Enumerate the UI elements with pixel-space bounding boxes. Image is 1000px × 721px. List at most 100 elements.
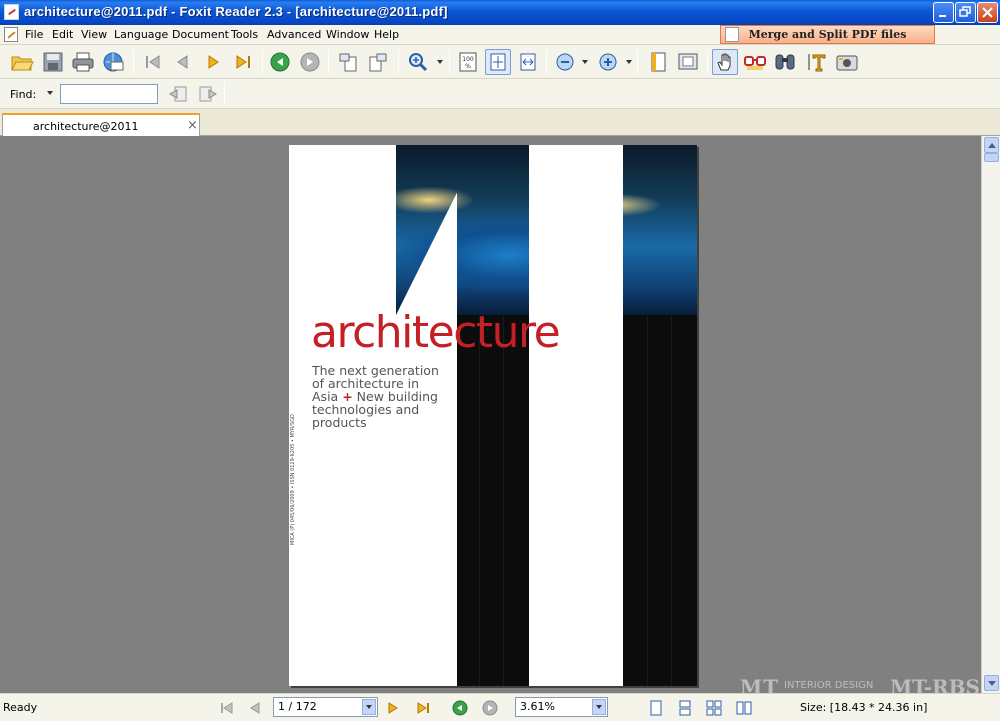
hand-tool-icon [717,53,731,71]
window-title: architecture@2011.pdf - Foxit Reader 2.3… [24,4,448,19]
minimize-button[interactable] [933,2,954,23]
save-icon [43,52,63,72]
find-options-dropdown[interactable] [47,91,53,95]
first-page-icon [146,55,160,69]
status-go-forward-button[interactable] [480,698,500,718]
merge-split-promo-button[interactable]: Merge and Split PDF files [720,25,935,44]
find-icon [775,54,795,70]
rotate-right-icon [369,53,387,72]
menu-language[interactable]: Language [114,28,168,41]
status-next-page-button[interactable] [383,698,403,718]
zoom-tool-dropdown[interactable] [437,60,443,64]
reading-button[interactable] [742,49,768,75]
restore-button[interactable] [955,2,976,23]
facing-view-button[interactable] [704,698,724,718]
two-page-view-button[interactable] [734,698,754,718]
scroll-up-button[interactable] [984,137,999,153]
previous-page-button[interactable] [170,49,196,75]
scroll-thumb[interactable] [984,153,999,162]
document-menu-icon[interactable] [4,27,18,42]
fit-page-icon [490,53,506,71]
save-button[interactable] [40,49,66,75]
find-previous-button[interactable] [165,81,191,107]
menu-edit[interactable]: Edit [52,28,73,41]
zoom-level-value: 3.61% [520,700,555,713]
page-dropdown-button[interactable] [362,699,376,715]
next-page-button[interactable] [200,49,226,75]
status-go-back-button[interactable] [450,698,470,718]
rotate-right-button[interactable] [365,49,391,75]
status-text: Ready [3,701,38,714]
menu-advanced[interactable]: Advanced [267,28,321,41]
close-icon [982,7,993,18]
last-page-icon [417,702,429,714]
open-button[interactable] [9,49,35,75]
status-first-page-button[interactable] [217,698,237,718]
single-page-view-icon [650,700,662,716]
go-forward-button[interactable] [297,49,323,75]
go-back-icon [270,52,290,72]
vertical-scrollbar[interactable] [981,136,1000,693]
actual-size-icon: 100% [459,52,477,72]
menu-help[interactable]: Help [374,28,399,41]
actual-size-button[interactable]: 100% [455,49,481,75]
find-next-button[interactable] [195,81,221,107]
find-tool-button[interactable] [772,49,798,75]
first-page-button[interactable] [140,49,166,75]
menu-window[interactable]: Window [326,28,369,41]
snapshot-icon [836,55,858,71]
go-forward-icon [482,700,498,716]
last-page-button[interactable] [230,49,256,75]
digit-one-left [457,315,529,686]
zoom-dropdown-button[interactable] [592,699,606,715]
previous-page-icon [250,702,260,714]
find-previous-icon [168,86,187,102]
page-number-field[interactable]: 1 / 172 [273,697,378,717]
status-bar: Ready 1 / 172 3.61% Size: [18.43 * 24.36… [0,693,1000,721]
menu-document[interactable]: Document [172,28,229,41]
menu-tools[interactable]: Tools [231,28,258,41]
zoom-out-icon [556,53,574,71]
minimize-icon [939,15,946,17]
single-page-view-button[interactable] [646,698,666,718]
fit-page-button[interactable] [485,49,511,75]
zoom-in-button[interactable] [595,49,621,75]
continuous-view-button[interactable] [675,698,695,718]
email-button[interactable] [100,49,126,75]
svg-text:%: % [465,63,471,70]
zoom-tool-button[interactable] [405,49,431,75]
tab-close-icon[interactable]: × [187,118,198,133]
promo-document-icon [725,27,739,42]
rotate-left-button[interactable] [335,49,361,75]
status-last-page-button[interactable] [413,698,433,718]
promo-label: Merge and Split PDF files [748,28,907,41]
single-page-button[interactable] [645,49,671,75]
close-button[interactable] [977,2,998,23]
print-icon [72,52,94,72]
find-input[interactable] [60,84,158,104]
next-page-icon [208,55,219,69]
zoom-in-tool-icon [409,53,428,72]
rotate-left-icon [339,53,357,72]
zoom-level-field[interactable]: 3.61% [515,697,608,717]
document-viewer[interactable]: architecture@ The next generation of arc… [0,136,981,693]
status-previous-page-button[interactable] [245,698,265,718]
reading-glasses-icon [744,56,766,70]
zoom-in-dropdown[interactable] [626,60,632,64]
hand-tool-button[interactable] [712,49,738,75]
pdf-page: architecture@ The next generation of arc… [289,145,697,686]
go-back-button[interactable] [267,49,293,75]
tab-architecture-2011[interactable]: architecture@2011 × [2,113,200,136]
spine-text: MICA (P) 045/06/2009 • ISSN 0129-6205 • … [290,414,296,545]
zoom-out-button[interactable] [552,49,578,75]
menu-view[interactable]: View [81,28,107,41]
full-screen-button[interactable] [675,49,701,75]
snapshot-button[interactable] [834,49,860,75]
zoom-out-dropdown[interactable] [582,60,588,64]
text-select-button[interactable] [804,49,830,75]
foxit-app-icon[interactable] [4,4,19,20]
fit-width-button[interactable] [515,49,541,75]
scroll-down-button[interactable] [984,675,999,691]
menu-file[interactable]: File [25,28,43,41]
print-button[interactable] [70,49,96,75]
